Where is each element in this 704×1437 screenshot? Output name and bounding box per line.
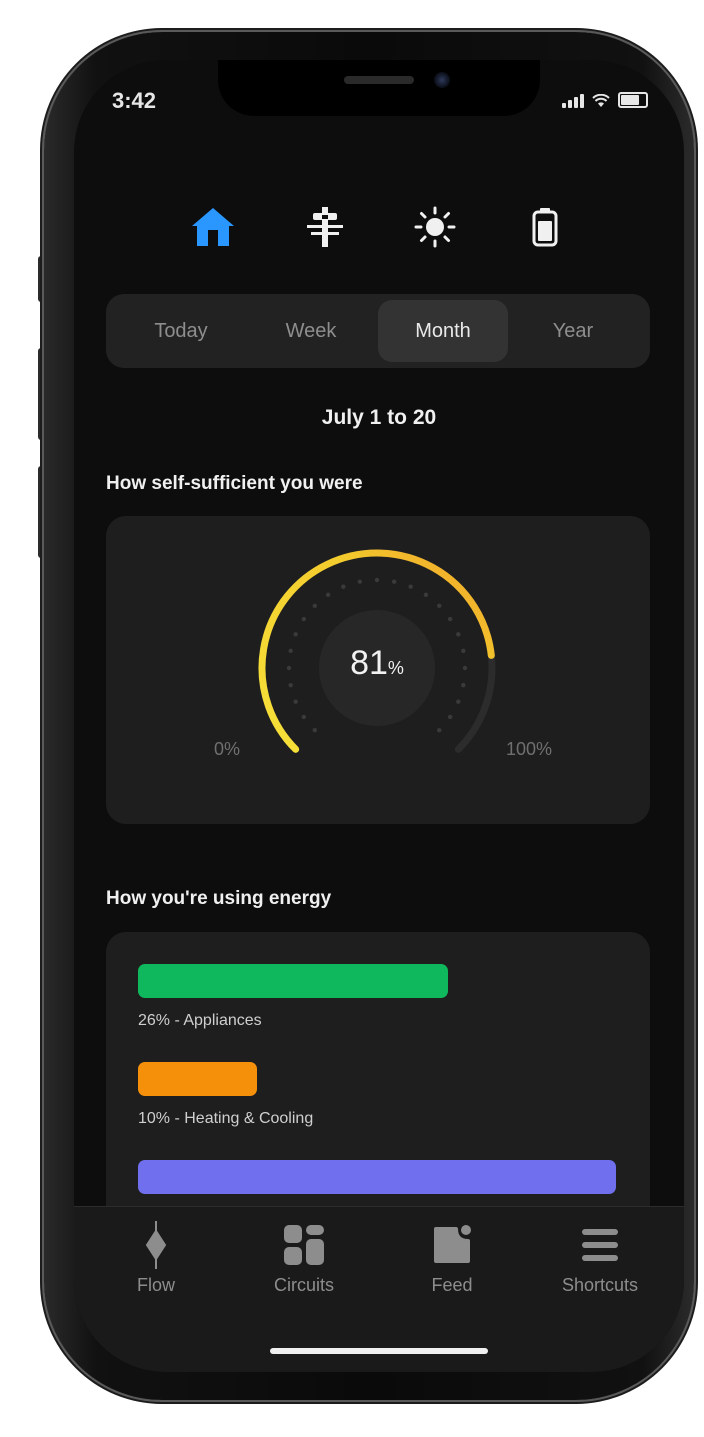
gauge-value-unit: % (387, 658, 404, 678)
gauge-dot (423, 592, 429, 598)
nav-flow-label: Flow (136, 1275, 175, 1295)
notch (218, 60, 540, 116)
nav-circuits[interactable]: Circuits (234, 1221, 374, 1311)
tab-today[interactable]: Today (116, 300, 246, 362)
period-selector: Today Week Month Year (106, 294, 650, 368)
section-title-energy-usage: How you're using energy (106, 888, 332, 909)
speaker (344, 76, 414, 84)
wifi-icon (592, 94, 610, 107)
gauge-dot (447, 616, 453, 622)
category-icons (74, 202, 684, 252)
app-screen: 3:42 Today Week Month Year July 1 to 20 … (74, 60, 684, 1372)
gauge-dot (391, 579, 397, 584)
nav-circuits-label: Circuits (273, 1275, 334, 1295)
sun-icon[interactable] (410, 202, 460, 252)
gauge-dot (301, 714, 307, 720)
gauge-dot (408, 584, 413, 589)
date-range: July 1 to 20 (321, 406, 437, 429)
gauge-value-number: 81 (350, 644, 388, 682)
gauge-dot (456, 699, 461, 704)
gauge-dot (461, 682, 466, 688)
nav-feed-label: Feed (431, 1275, 473, 1295)
gauge-dot (286, 665, 292, 671)
grid-icon[interactable] (300, 202, 350, 252)
gauge-dot (312, 603, 317, 608)
shortcuts-icon (576, 1221, 624, 1269)
feed-icon (428, 1221, 476, 1269)
nav-flow[interactable]: Flow (86, 1221, 226, 1311)
gauge-dot (293, 699, 298, 704)
gauge-dot (437, 603, 442, 608)
gauge-dot (325, 592, 331, 598)
section-title-self-sufficiency: How self-sufficient you were (106, 473, 363, 494)
gauge-dot (461, 648, 466, 654)
nav-shortcuts-label: Shortcuts (561, 1275, 639, 1295)
gauge-dot (301, 616, 307, 622)
gauge-dot (288, 682, 293, 688)
gauge-dot (288, 648, 293, 654)
nav-feed[interactable]: Feed (382, 1221, 522, 1311)
self-sufficiency-card: 81% 0% 100% (106, 516, 650, 824)
usage-label-heating-cooling: 10% - Heating & Cooling (138, 1110, 314, 1127)
status-time: 3:42 (112, 88, 157, 113)
gauge-min-label: 0% (214, 739, 241, 759)
gauge-dot (437, 728, 442, 733)
usage-bar-other[interactable] (138, 1160, 616, 1194)
battery-status-icon (618, 92, 648, 108)
usage-label-appliances: 26% - Appliances (138, 1012, 262, 1029)
gauge-dot (447, 714, 453, 720)
gauge-dot (462, 665, 468, 671)
camera (434, 72, 450, 88)
signal-icon (562, 94, 584, 108)
status-icons (562, 92, 648, 108)
nav-shortcuts[interactable]: Shortcuts (530, 1221, 670, 1311)
home-indicator[interactable] (270, 1348, 488, 1354)
usage-bar-appliances[interactable] (138, 964, 448, 998)
home-icon[interactable] (188, 202, 238, 252)
tab-week[interactable]: Week (246, 300, 376, 362)
gauge-dot (374, 577, 380, 583)
gauge-dot (357, 579, 363, 584)
gauge-dot (293, 632, 298, 637)
gauge-dot (456, 632, 461, 637)
circuits-icon (280, 1221, 328, 1269)
gauge-dot (312, 728, 317, 733)
device-mockup: 3:42 Today Week Month Year July 1 to 20 … (0, 0, 704, 1437)
energy-usage-card: 26% - Appliances 10% - Heating & Cooling (106, 932, 650, 1232)
tab-year[interactable]: Year (508, 300, 638, 362)
gauge-max-label: 100% (506, 739, 553, 759)
usage-bar-heating-cooling[interactable] (138, 1062, 257, 1096)
tab-month[interactable]: Month (378, 300, 508, 362)
flow-icon (132, 1221, 180, 1269)
gauge-dot (341, 584, 346, 589)
gauge-value: 81% (312, 644, 442, 683)
battery-icon[interactable] (520, 202, 570, 252)
